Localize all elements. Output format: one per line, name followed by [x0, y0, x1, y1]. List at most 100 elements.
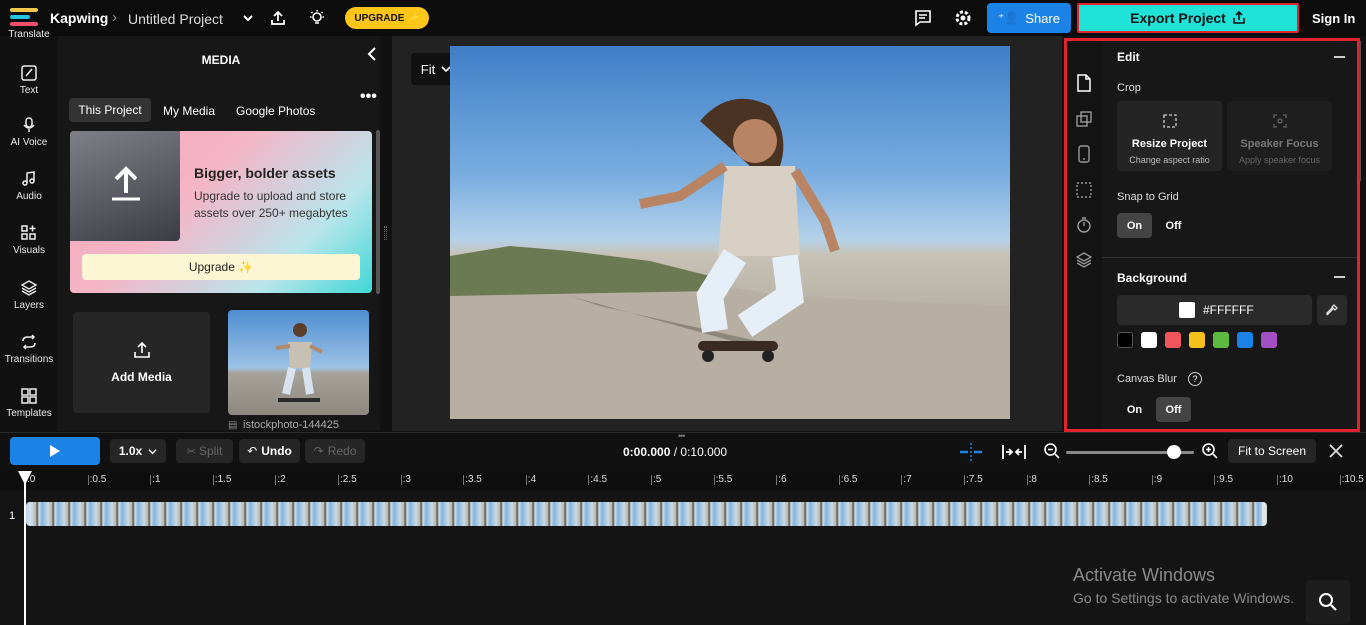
upgrade-button[interactable]: UPGRADE ✨	[345, 7, 429, 29]
clip-trim-right[interactable]	[1262, 502, 1267, 526]
timeline-grip[interactable]: •••	[678, 431, 684, 441]
zoom-slider-thumb[interactable]	[1167, 445, 1181, 459]
lightbulb-icon[interactable]	[308, 9, 326, 27]
swatch-green[interactable]	[1213, 332, 1229, 348]
ruler-tick-label: :4.5	[590, 474, 607, 485]
swatch-blue[interactable]	[1237, 332, 1253, 348]
panel-resize-handle[interactable]	[384, 226, 387, 240]
chevron-down-icon[interactable]	[242, 12, 254, 24]
playhead-line[interactable]	[24, 478, 26, 625]
media-thumbnail[interactable]	[228, 310, 369, 415]
swatch-yellow[interactable]	[1189, 332, 1205, 348]
speaker-focus-card[interactable]: Speaker Focus Apply speaker focus	[1227, 101, 1332, 171]
nav-label-ai-voice: AI Voice	[11, 137, 48, 148]
resize-project-card[interactable]: Resize Project Change aspect ratio	[1117, 101, 1222, 171]
skater-scene	[450, 46, 1010, 419]
nav-item-layers[interactable]: Layers	[0, 279, 58, 311]
crop-icon[interactable]	[1075, 110, 1093, 128]
nav-item-text[interactable]: Text	[0, 64, 58, 96]
tab-my-media[interactable]: My Media	[163, 104, 215, 118]
tab-google-photos[interactable]: Google Photos	[236, 104, 315, 118]
snap-off-toggle[interactable]: Off	[1156, 213, 1191, 238]
zoom-out-icon[interactable]	[1043, 442, 1061, 460]
fit-to-screen-button[interactable]: Fit to Screen	[1228, 439, 1316, 463]
ruler-tick-mark	[776, 475, 777, 485]
phone-icon[interactable]	[1075, 144, 1093, 164]
speed-dropdown[interactable]: 1.0x	[110, 439, 166, 463]
ruler-tick-label: :5.5	[716, 474, 733, 485]
collapse-panel-icon[interactable]	[365, 46, 379, 62]
media-panel: MEDIA This Project My Media Google Photo…	[58, 36, 380, 431]
search-button[interactable]	[1306, 580, 1350, 624]
redo-button[interactable]: ↷ Redo	[305, 439, 365, 463]
timer-icon[interactable]	[1075, 216, 1093, 234]
ruler-tick-label: :1.5	[215, 474, 232, 485]
collapse-edit-icon[interactable]	[1334, 56, 1345, 58]
split-at-playhead-icon[interactable]	[958, 442, 984, 462]
background-color-input[interactable]: #FFFFFF	[1117, 295, 1312, 325]
color-preview	[1179, 302, 1195, 318]
video-preview[interactable]	[450, 46, 1010, 419]
comment-icon[interactable]	[914, 9, 932, 27]
share-button[interactable]: ⁺👤 Share	[987, 3, 1071, 33]
collapse-background-icon[interactable]	[1334, 276, 1345, 278]
fit-width-icon[interactable]	[1001, 443, 1027, 461]
left-nav: Translate Text AI Voice Audio Visuals La…	[0, 36, 58, 431]
upload-icon[interactable]	[269, 9, 287, 27]
swatch-white[interactable]	[1141, 332, 1157, 348]
playhead-handle[interactable]	[18, 471, 32, 485]
swatch-red[interactable]	[1165, 332, 1181, 348]
video-clip[interactable]	[26, 502, 1267, 526]
ruler-tick-label: :9.5	[1216, 474, 1233, 485]
grid-icon[interactable]	[1075, 181, 1093, 199]
ruler-tick-mark	[526, 475, 527, 485]
help-icon[interactable]: ?	[1188, 372, 1202, 386]
nav-translate-partial[interactable]: Translate	[0, 30, 58, 40]
layers-icon[interactable]	[1075, 251, 1093, 269]
split-button[interactable]: ✂ Split	[176, 439, 233, 463]
ruler-tick-label: :3	[403, 474, 411, 485]
watermark-subtitle: Go to Settings to activate Windows.	[1073, 590, 1294, 606]
nav-item-visuals[interactable]: Visuals	[0, 224, 58, 256]
resize-project-title: Resize Project	[1117, 138, 1222, 150]
blur-off-toggle[interactable]: Off	[1156, 397, 1191, 422]
clip-trim-left[interactable]	[26, 502, 31, 526]
share-label: Share	[1025, 11, 1060, 26]
ruler-tick-mark	[1027, 475, 1028, 485]
nav-item-ai-voice[interactable]: AI Voice	[0, 116, 58, 148]
export-project-button[interactable]: Export Project	[1077, 3, 1299, 33]
promo-upgrade-button[interactable]: Upgrade ✨	[82, 254, 360, 280]
nav-item-audio[interactable]: Audio	[0, 170, 58, 202]
add-media-tile[interactable]: Add Media	[73, 312, 210, 413]
swatch-black[interactable]	[1117, 332, 1133, 348]
sign-in-link[interactable]: Sign In	[1312, 11, 1355, 26]
transitions-icon	[20, 333, 38, 351]
eyedropper-button[interactable]	[1317, 295, 1347, 325]
nav-label-templates: Templates	[6, 408, 52, 419]
kapwing-logo-icon[interactable]	[10, 8, 40, 30]
nav-item-transitions[interactable]: Transitions	[0, 333, 58, 365]
media-scrollbar[interactable]	[376, 130, 380, 294]
close-icon[interactable]	[1328, 443, 1344, 459]
more-options-icon[interactable]: •••	[360, 88, 377, 106]
gear-icon[interactable]	[954, 9, 972, 27]
snap-on-toggle[interactable]: On	[1117, 213, 1152, 238]
blur-on-toggle[interactable]: On	[1117, 397, 1152, 422]
brand-name[interactable]: Kapwing	[50, 10, 108, 26]
project-title[interactable]: Untitled Project	[128, 11, 223, 27]
nav-label-visuals: Visuals	[13, 245, 45, 256]
undo-button[interactable]: ↶ Undo	[239, 439, 300, 463]
ruler-tick-label: :6	[778, 474, 786, 485]
nav-item-templates[interactable]: Templates	[0, 387, 58, 419]
play-button[interactable]	[10, 437, 100, 465]
file-icon: ▤	[228, 420, 237, 431]
document-icon[interactable]	[1075, 73, 1093, 93]
timeline-tracks: 1 Activate Windows Go to Settings to act…	[0, 490, 1366, 625]
zoom-in-icon[interactable]	[1201, 442, 1219, 460]
edit-panel-scrollbar[interactable]	[1359, 41, 1361, 181]
edit-panel: Edit Crop Resize Project Change aspect r…	[1064, 38, 1360, 432]
ruler-tick-mark	[1152, 475, 1153, 485]
tab-this-project[interactable]: This Project	[69, 98, 151, 122]
nav-label-text: Text	[20, 85, 38, 96]
swatch-purple[interactable]	[1261, 332, 1277, 348]
